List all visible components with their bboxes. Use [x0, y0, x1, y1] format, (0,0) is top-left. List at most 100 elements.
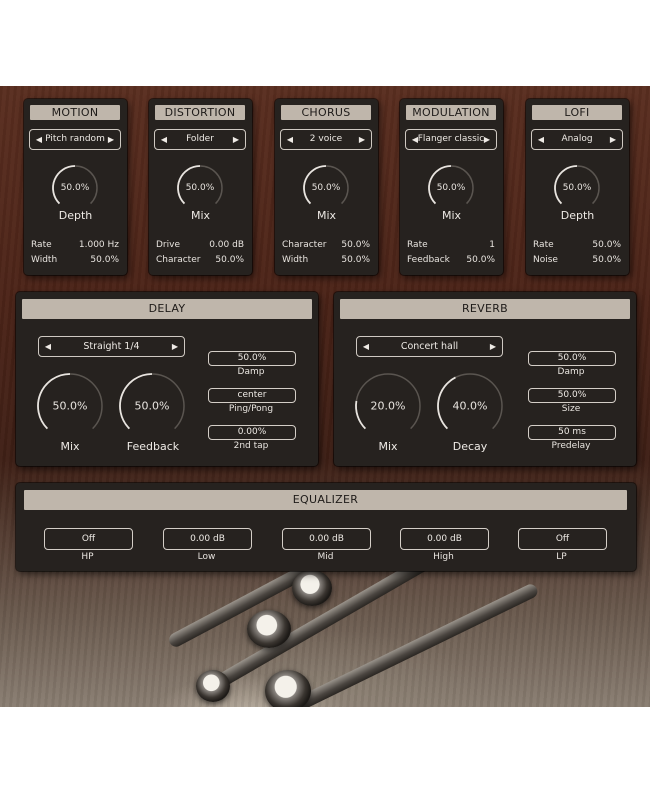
reverb-mix-knob[interactable]: 20.0% [354, 372, 422, 440]
delay-feedback-label: Feedback [126, 440, 180, 453]
reverb-damp-box[interactable]: 50.0% [528, 351, 616, 366]
lofi-param-row[interactable]: Noise 50.0% [533, 255, 621, 267]
lofi-preset-selector[interactable]: ◀ Analog ▶ [531, 129, 623, 150]
modulation-knob[interactable]: 50.0% [427, 164, 475, 212]
lofi-knob-label: Depth [560, 209, 595, 222]
reverb-size-box[interactable]: 50.0% [528, 388, 616, 403]
arrow-left-icon[interactable]: ◀ [42, 337, 54, 356]
chorus-knob-label: Mix [316, 209, 337, 222]
modulation-param-value: 1 [489, 240, 495, 250]
trumpet-valve [292, 570, 332, 606]
motion-knob-label: Depth [58, 209, 93, 222]
eq-high-label: High [433, 552, 454, 562]
reverb-decay-knob[interactable]: 40.0% [436, 372, 504, 440]
arrow-left-icon[interactable]: ◀ [158, 130, 170, 149]
arrow-right-icon[interactable]: ▶ [487, 337, 499, 356]
eq-low-box[interactable]: 0.00 dB [163, 528, 252, 550]
eq-low-label: Low [197, 552, 216, 562]
lofi-knob[interactable]: 50.0% [553, 164, 601, 212]
distortion-knob[interactable]: 50.0% [176, 164, 224, 212]
chorus-param-row[interactable]: Width 50.0% [282, 255, 370, 267]
modulation-param-row[interactable]: Rate 1 [407, 240, 495, 252]
reverb-decay-value: 40.0% [452, 399, 488, 413]
reverb-predelay-box[interactable]: 50 ms [528, 425, 616, 440]
motion-title: MOTION [30, 105, 120, 120]
eq-mid-box[interactable]: 0.00 dB [282, 528, 371, 550]
arrow-right-icon[interactable]: ▶ [230, 130, 242, 149]
motion-param-row[interactable]: Width 50.0% [31, 255, 119, 267]
trumpet-valve [196, 670, 230, 702]
arrow-right-icon[interactable]: ▶ [481, 130, 493, 149]
chorus-panel: CHORUS ◀ 2 voice ▶ 50.0% Mix Character 5… [275, 99, 378, 275]
delay-2nd-tap-label: 2nd tap [233, 441, 269, 451]
arrow-left-icon[interactable]: ◀ [284, 130, 296, 149]
reverb-type-selector[interactable]: ◀ Concert hall ▶ [356, 336, 503, 357]
distortion-param-row[interactable]: Character 50.0% [156, 255, 244, 267]
modulation-knob-value: 50.0% [436, 183, 466, 193]
delay-pingpong-box[interactable]: center [208, 388, 296, 403]
motion-knob[interactable]: 50.0% [51, 164, 99, 212]
reverb-mix-label: Mix [378, 440, 398, 453]
delay-pingpong-label: Ping/Pong [228, 404, 274, 414]
modulation-preset-selector[interactable]: ◀ Flanger classic ▶ [405, 129, 497, 150]
distortion-param-value: 50.0% [215, 255, 244, 265]
reverb-decay-label: Decay [452, 440, 488, 453]
lofi-param-value: 50.0% [592, 255, 621, 265]
motion-param-row[interactable]: Rate 1.000 Hz [31, 240, 119, 252]
distortion-param-value: 0.00 dB [209, 240, 244, 250]
chorus-param-row[interactable]: Character 50.0% [282, 240, 370, 252]
arrow-right-icon[interactable]: ▶ [356, 130, 368, 149]
distortion-knob-value: 50.0% [185, 183, 215, 193]
delay-2nd-tap-box[interactable]: 0.00% [208, 425, 296, 440]
reverb-title: REVERB [340, 299, 630, 319]
distortion-preset-selector[interactable]: ◀ Folder ▶ [154, 129, 246, 150]
chorus-knob[interactable]: 50.0% [302, 164, 350, 212]
delay-feedback-value: 50.0% [134, 399, 170, 413]
equalizer-title: EQUALIZER [24, 490, 627, 510]
delay-type-selector[interactable]: ◀ Straight 1/4 ▶ [38, 336, 185, 357]
trumpet-valve [265, 670, 311, 707]
motion-preset-value: Pitch random [45, 134, 105, 144]
arrow-left-icon[interactable]: ◀ [409, 130, 421, 149]
motion-param-name: Rate [31, 240, 52, 250]
delay-damp-box[interactable]: 50.0% [208, 351, 296, 366]
eq-high-box[interactable]: 0.00 dB [400, 528, 489, 550]
modulation-knob-label: Mix [441, 209, 462, 222]
reverb-size-label: Size [561, 404, 581, 414]
lofi-title: LOFI [532, 105, 622, 120]
eq-lp-box[interactable]: Off [518, 528, 607, 550]
modulation-param-row[interactable]: Feedback 50.0% [407, 255, 495, 267]
delay-mix-value: 50.0% [52, 399, 88, 413]
trumpet-valve [247, 610, 291, 648]
eq-hp-label: HP [81, 552, 94, 562]
distortion-knob-label: Mix [190, 209, 211, 222]
chorus-param-value: 50.0% [341, 240, 370, 250]
arrow-right-icon[interactable]: ▶ [607, 130, 619, 149]
delay-mix-label: Mix [60, 440, 80, 453]
delay-feedback-knob[interactable]: 50.0% [118, 372, 186, 440]
chorus-title: CHORUS [281, 105, 371, 120]
modulation-param-name: Rate [407, 240, 428, 250]
motion-panel: MOTION ◀ Pitch random ▶ 50.0% Depth Rate… [24, 99, 127, 275]
motion-knob-value: 50.0% [60, 183, 90, 193]
arrow-right-icon[interactable]: ▶ [105, 130, 117, 149]
distortion-param-name: Character [156, 255, 201, 265]
lofi-param-value: 50.0% [592, 240, 621, 250]
arrow-left-icon[interactable]: ◀ [535, 130, 547, 149]
motion-preset-selector[interactable]: ◀ Pitch random ▶ [29, 129, 121, 150]
chorus-param-name: Width [282, 255, 309, 265]
lofi-param-row[interactable]: Rate 50.0% [533, 240, 621, 252]
distortion-param-row[interactable]: Drive 0.00 dB [156, 240, 244, 252]
eq-hp-box[interactable]: Off [44, 528, 133, 550]
lofi-param-name: Rate [533, 240, 554, 250]
chorus-param-name: Character [282, 240, 327, 250]
arrow-left-icon[interactable]: ◀ [360, 337, 372, 356]
modulation-param-value: 50.0% [466, 255, 495, 265]
chorus-preset-selector[interactable]: ◀ 2 voice ▶ [280, 129, 372, 150]
lofi-panel: LOFI ◀ Analog ▶ 50.0% Depth Rate 50.0% N… [526, 99, 629, 275]
arrow-right-icon[interactable]: ▶ [169, 337, 181, 356]
arrow-left-icon[interactable]: ◀ [33, 130, 45, 149]
delay-mix-knob[interactable]: 50.0% [36, 372, 104, 440]
motion-param-value: 50.0% [90, 255, 119, 265]
reverb-predelay-label: Predelay [551, 441, 591, 451]
